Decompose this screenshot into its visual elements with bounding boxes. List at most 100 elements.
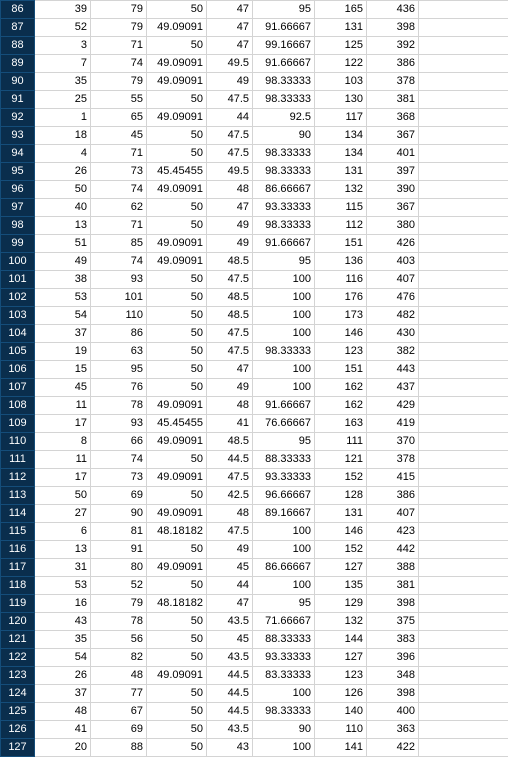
cell[interactable]: 476 [367, 289, 419, 307]
row-header[interactable]: 103 [1, 307, 35, 325]
cell[interactable]: 50 [147, 541, 207, 559]
cell-empty[interactable] [419, 91, 508, 109]
row-header[interactable]: 116 [1, 541, 35, 559]
cell[interactable]: 79 [91, 1, 147, 19]
cell-empty[interactable] [419, 487, 508, 505]
cell[interactable]: 48.5 [207, 253, 253, 271]
cell[interactable]: 3 [35, 37, 91, 55]
row-header[interactable]: 93 [1, 127, 35, 145]
cell[interactable]: 44.5 [207, 451, 253, 469]
cell[interactable]: 48.18182 [147, 523, 207, 541]
cell[interactable]: 50 [147, 325, 207, 343]
cell[interactable]: 74 [91, 451, 147, 469]
cell[interactable]: 49.09091 [147, 469, 207, 487]
cell[interactable]: 96.66667 [253, 487, 315, 505]
cell[interactable]: 50 [147, 217, 207, 235]
cell[interactable]: 131 [315, 19, 367, 37]
cell[interactable]: 49 [207, 73, 253, 91]
cell[interactable]: 65 [91, 109, 147, 127]
cell[interactable]: 50 [147, 577, 207, 595]
cell[interactable]: 50 [147, 613, 207, 631]
cell[interactable]: 49.09091 [147, 235, 207, 253]
cell[interactable]: 54 [35, 307, 91, 325]
cell[interactable]: 1 [35, 109, 91, 127]
cell[interactable]: 41 [207, 415, 253, 433]
cell[interactable]: 398 [367, 595, 419, 613]
cell[interactable]: 50 [147, 451, 207, 469]
cell[interactable]: 47 [207, 595, 253, 613]
cell[interactable]: 144 [315, 631, 367, 649]
cell[interactable]: 44 [207, 577, 253, 595]
cell[interactable]: 100 [253, 325, 315, 343]
cell[interactable]: 44 [207, 109, 253, 127]
cell[interactable]: 112 [315, 217, 367, 235]
cell[interactable]: 95 [253, 1, 315, 19]
cell[interactable]: 50 [147, 91, 207, 109]
cell-empty[interactable] [419, 55, 508, 73]
cell-empty[interactable] [419, 361, 508, 379]
row-header[interactable]: 97 [1, 199, 35, 217]
row-header[interactable]: 121 [1, 631, 35, 649]
cell-empty[interactable] [419, 667, 508, 685]
cell-empty[interactable] [419, 541, 508, 559]
cell[interactable]: 81 [91, 523, 147, 541]
cell[interactable]: 363 [367, 721, 419, 739]
cell[interactable]: 93 [91, 415, 147, 433]
cell[interactable]: 162 [315, 379, 367, 397]
cell[interactable]: 151 [315, 235, 367, 253]
cell[interactable]: 100 [253, 379, 315, 397]
cell[interactable]: 151 [315, 361, 367, 379]
cell[interactable]: 93.33333 [253, 199, 315, 217]
cell[interactable]: 429 [367, 397, 419, 415]
cell[interactable]: 86.66667 [253, 559, 315, 577]
cell[interactable]: 91.66667 [253, 235, 315, 253]
cell[interactable]: 79 [91, 595, 147, 613]
row-header[interactable]: 123 [1, 667, 35, 685]
cell[interactable]: 54 [35, 649, 91, 667]
cell[interactable]: 110 [315, 721, 367, 739]
cell[interactable]: 11 [35, 397, 91, 415]
cell[interactable]: 100 [253, 307, 315, 325]
cell[interactable]: 48 [207, 505, 253, 523]
cell[interactable]: 382 [367, 343, 419, 361]
cell[interactable]: 50 [147, 1, 207, 19]
cell[interactable]: 43.5 [207, 613, 253, 631]
cell[interactable]: 50 [147, 361, 207, 379]
cell[interactable]: 132 [315, 181, 367, 199]
cell[interactable]: 50 [147, 631, 207, 649]
cell[interactable]: 50 [147, 199, 207, 217]
row-header[interactable]: 110 [1, 433, 35, 451]
cell[interactable]: 98.33333 [253, 73, 315, 91]
cell[interactable]: 101 [91, 289, 147, 307]
row-header[interactable]: 127 [1, 739, 35, 757]
row-header[interactable]: 91 [1, 91, 35, 109]
row-header[interactable]: 87 [1, 19, 35, 37]
cell[interactable]: 44.5 [207, 667, 253, 685]
cell[interactable]: 69 [91, 487, 147, 505]
cell[interactable]: 50 [147, 739, 207, 757]
cell[interactable]: 163 [315, 415, 367, 433]
row-header[interactable]: 122 [1, 649, 35, 667]
cell[interactable]: 52 [35, 19, 91, 37]
cell[interactable]: 49.5 [207, 163, 253, 181]
cell[interactable]: 93.33333 [253, 649, 315, 667]
cell[interactable]: 383 [367, 631, 419, 649]
cell[interactable]: 50 [147, 721, 207, 739]
cell[interactable]: 13 [35, 217, 91, 235]
cell[interactable]: 78 [91, 613, 147, 631]
cell[interactable]: 375 [367, 613, 419, 631]
cell-empty[interactable] [419, 739, 508, 757]
cell-empty[interactable] [419, 19, 508, 37]
cell[interactable]: 47 [207, 19, 253, 37]
cell[interactable]: 77 [91, 685, 147, 703]
cell[interactable]: 73 [91, 469, 147, 487]
cell[interactable]: 98.33333 [253, 703, 315, 721]
cell[interactable]: 25 [35, 91, 91, 109]
cell[interactable]: 100 [253, 685, 315, 703]
cell[interactable]: 47.5 [207, 145, 253, 163]
cell[interactable]: 146 [315, 523, 367, 541]
cell[interactable]: 100 [253, 541, 315, 559]
cell[interactable]: 100 [253, 523, 315, 541]
cell-empty[interactable] [419, 289, 508, 307]
cell[interactable]: 50 [147, 379, 207, 397]
